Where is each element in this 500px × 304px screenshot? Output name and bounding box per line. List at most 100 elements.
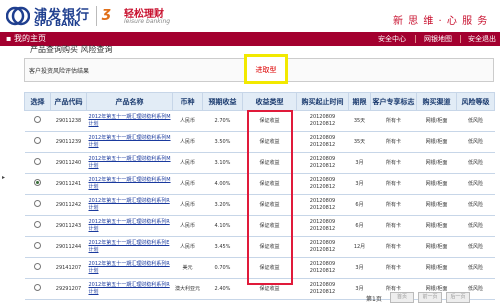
select-radio[interactable] [34, 221, 41, 228]
select-radio[interactable] [34, 242, 41, 249]
slogan: 新 思 维 · 心 服 务 [393, 16, 489, 27]
risk-result-highlight: 进取型 [244, 54, 288, 84]
term: 35天 [348, 131, 371, 153]
nav-home-link[interactable]: ▪ 我的主页 [6, 33, 46, 44]
channel: 网银/柜面 [416, 236, 457, 258]
product-name-link[interactable]: 2012年第五十一期汇理财稳利系列R计划 [86, 257, 173, 279]
select-cell [24, 152, 51, 174]
product-name-link[interactable]: 2012年第五十一期汇理财稳利系列E计划 [86, 236, 173, 258]
purchase-period: 20120809 20120812 [296, 173, 349, 195]
risk-level: 低风险 [456, 236, 495, 258]
risk-result-value: 进取型 [255, 66, 277, 74]
select-radio[interactable] [34, 284, 41, 291]
select-cell [24, 131, 51, 153]
nav-separator [415, 35, 416, 43]
table-row: 29011240 2012年第五十一期汇理财稳利系列M计划 人民币 3.10% 保证收益… [24, 152, 495, 174]
channel: 网银/柜面 [416, 152, 457, 174]
column-header: 期限 [348, 92, 371, 111]
nav-logout[interactable]: 安全退出 [468, 34, 496, 44]
risk-level: 低风险 [456, 131, 495, 153]
select-radio[interactable] [34, 137, 41, 144]
exclusive-flag: 所有卡 [370, 257, 417, 279]
table-header-row: 选择 产品代码 产品名称 币种 预期收益 收益类型 购买起止时间 期限 客户专享标志 购买渠道 风险… [24, 92, 495, 111]
product-code: 29011239 [50, 131, 87, 153]
site-header: 浦发银行 SPD BANK ʒ 轻松理财 leisure banking 新 思… [0, 0, 500, 32]
product-code: 29011242 [50, 194, 87, 216]
exclusive-flag: 所有卡 [370, 173, 417, 195]
column-header: 收益类型 [242, 92, 297, 111]
currency: 人民币 [172, 110, 203, 132]
select-cell [24, 110, 51, 132]
expected-yield: 0.70% [202, 257, 243, 279]
table-row: 29011242 2012年第五十一期汇理财稳利系列R计划 人民币 3.20% 保证收益… [24, 194, 495, 216]
first-page-button[interactable]: 首页 [390, 292, 414, 303]
currency: 人民币 [172, 131, 203, 153]
product-code: 29011238 [50, 110, 87, 132]
term: 6月 [348, 194, 371, 216]
product-name-link[interactable]: 2012年第五十一期汇理财稳利系列R计划 [86, 194, 173, 216]
term: 3月 [348, 173, 371, 195]
term: 3月 [348, 257, 371, 279]
expected-yield: 3.10% [202, 152, 243, 174]
spdb-logo-icon [6, 6, 30, 26]
nav-security-center[interactable]: 安全中心 [378, 34, 406, 44]
select-radio[interactable] [34, 158, 41, 165]
select-radio[interactable] [34, 179, 41, 186]
product-code: 29141207 [50, 257, 87, 279]
table-row: 29011238 2012年第五十一期汇理财稳利系列M计划 人民币 2.70% 保证收益… [24, 110, 495, 132]
table-row: 29011243 2012年第五十一期汇理财稳利系列R计划 人民币 4.10% 保证收益… [24, 215, 495, 237]
yield-type: 保证收益 [242, 131, 297, 153]
channel: 网银/柜面 [416, 194, 457, 216]
next-page-button[interactable]: 后一页 [446, 292, 470, 303]
table-row: 29011241 2012年第五十一期汇理财稳利系列M计划 人民币 4.00% 保证收益… [24, 173, 495, 195]
risk-level: 低风险 [456, 257, 495, 279]
logo-divider [96, 6, 97, 26]
select-cell [24, 194, 51, 216]
prev-page-button[interactable]: 前一页 [418, 292, 442, 303]
product-name-link[interactable]: 2012年第五十一期汇理财稳利系列M计划 [86, 110, 173, 132]
select-radio[interactable] [34, 116, 41, 123]
product-code: 29291207 [50, 278, 87, 300]
column-header: 币种 [172, 92, 203, 111]
nav-ebank-map[interactable]: 网银地图 [424, 34, 452, 44]
product-code: 29011243 [50, 215, 87, 237]
select-radio[interactable] [34, 200, 41, 207]
channel: 网银/柜面 [416, 215, 457, 237]
select-radio[interactable] [34, 263, 41, 270]
product-name-link[interactable]: 2012年第五十一期汇理财稳利系列M计划 [86, 173, 173, 195]
risk-level: 低风险 [456, 110, 495, 132]
purchase-period: 20120809 20120812 [296, 278, 349, 300]
column-header: 预期收益 [202, 92, 243, 111]
product-code: 29011241 [50, 173, 87, 195]
product-name-link[interactable]: 2012年第五十一期汇理财稳利系列R计划 [86, 215, 173, 237]
bank-name-en: SPD BANK [34, 19, 81, 28]
currency: 人民币 [172, 152, 203, 174]
yield-type: 保证收益 [242, 257, 297, 279]
yield-type: 保证收益 [242, 152, 297, 174]
select-cell [24, 173, 51, 195]
currency: 澳大利亚元 [172, 278, 203, 300]
select-cell [24, 236, 51, 258]
column-header: 购买起止时间 [296, 92, 349, 111]
column-header: 购买渠道 [416, 92, 457, 111]
currency: 人民币 [172, 236, 203, 258]
exclusive-flag: 所有卡 [370, 152, 417, 174]
risk-level: 低风险 [456, 215, 495, 237]
term: 6月 [348, 215, 371, 237]
currency: 人民币 [172, 215, 203, 237]
product-name-link[interactable]: 2012年第五十一期汇理财稳利系列M计划 [86, 152, 173, 174]
risk-level: 低风险 [456, 173, 495, 195]
currency: 人民币 [172, 194, 203, 216]
expected-yield: 2.40% [202, 278, 243, 300]
expected-yield: 4.10% [202, 215, 243, 237]
product-name-link[interactable]: 2012年第五十一期汇理财稳利系列R计划 [86, 278, 173, 300]
service-name-en: leisure banking [124, 18, 171, 25]
product-name-link[interactable]: 2012年第五十一期汇理财稳利系列M计划 [86, 131, 173, 153]
purchase-period: 20120809 20120812 [296, 215, 349, 237]
exclusive-flag: 所有卡 [370, 131, 417, 153]
term: 3月 [348, 152, 371, 174]
yield-type: 保证收益 [242, 236, 297, 258]
risk-result-label: 客户投资风险评估结果 [29, 68, 90, 75]
expected-yield: 3.45% [202, 236, 243, 258]
yield-type: 保证收益 [242, 173, 297, 195]
